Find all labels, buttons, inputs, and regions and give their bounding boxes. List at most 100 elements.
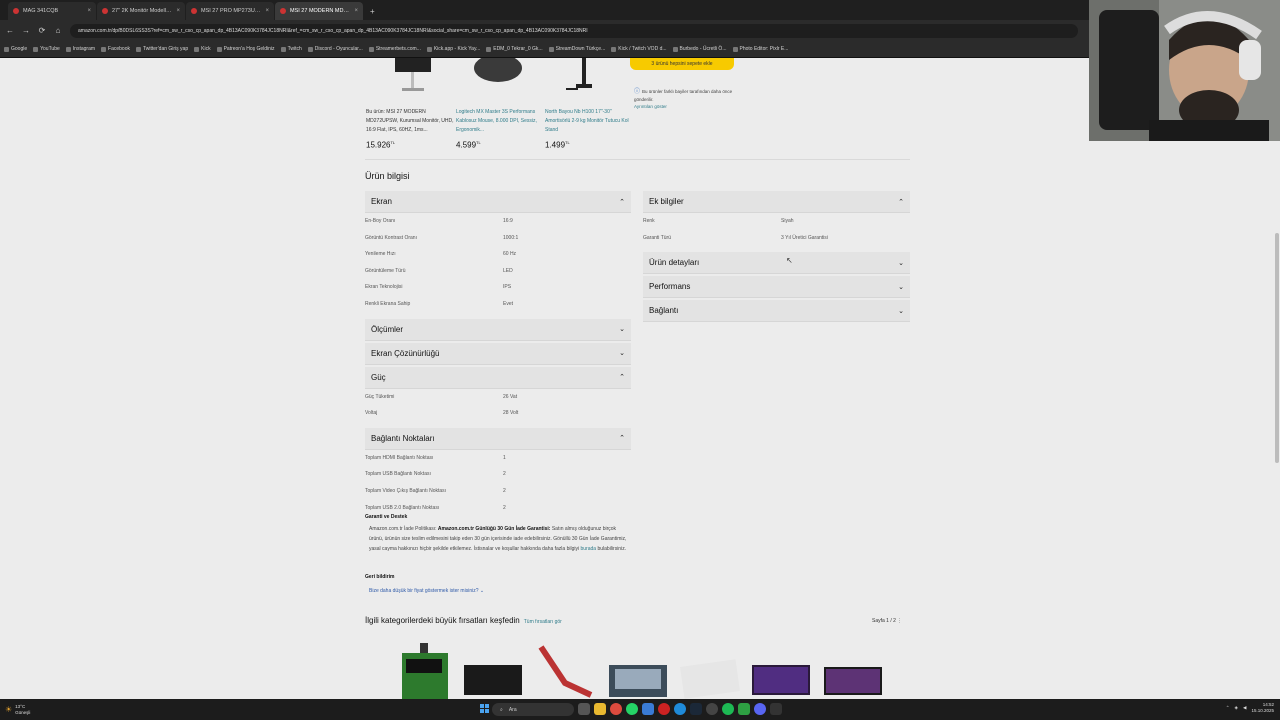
bookmark-item[interactable]: Discord - Oyuncular...: [307, 46, 363, 52]
network-icon[interactable]: ◈: [1235, 705, 1238, 711]
url-input[interactable]: amazon.com.tr/dp/B0DSL6SS3S?ref=cm_sw_r_…: [70, 23, 1078, 38]
product-image-mouse[interactable]: [472, 58, 524, 96]
accordion-header[interactable]: Bağlantı Noktaları ⌃: [365, 427, 631, 450]
close-tab-icon[interactable]: ×: [265, 8, 269, 14]
deal-thumb-laptop-stand[interactable]: [607, 643, 669, 699]
carousel-product-1-title[interactable]: Bu ürün: MSI 27 MODERN MD272UPSW, Kurums…: [366, 108, 456, 135]
bookmark-favicon-icon: [368, 46, 374, 52]
bookmark-item[interactable]: EDM_0 Tekrar_0 Gk...: [486, 46, 543, 52]
bookmark-item[interactable]: Twitch: [280, 46, 302, 52]
deal-thumb-keyboard-white[interactable]: [678, 643, 740, 699]
spec-label: Görüntüleme Türü: [365, 267, 406, 274]
chevron-up-icon[interactable]: ⌃: [619, 198, 625, 206]
spec-value: LED: [503, 267, 513, 274]
chevron-up-icon[interactable]: ⌃: [619, 373, 625, 381]
more-options-icon[interactable]: ⋮: [897, 618, 902, 624]
accordion-header[interactable]: Bağlantı ⌄: [643, 300, 910, 323]
reload-icon[interactable]: ⟳: [38, 26, 46, 35]
weather-widget[interactable]: ☀ 13°C Güneşli: [0, 704, 60, 716]
chevron-down-icon[interactable]: ⌄: [619, 325, 625, 333]
related-deals-heading: İlgili kategorilerdeki büyük fırsatları …: [365, 616, 562, 625]
accordion-header[interactable]: Güç ⌃: [365, 366, 631, 389]
browser-tab[interactable]: 27" 2K Monitör Modelleri B...×: [97, 2, 185, 20]
lower-price-feedback-link[interactable]: Bize daha düşük bir fiyat göstermek iste…: [369, 588, 484, 594]
app-icon-dark[interactable]: [770, 703, 782, 715]
bookmark-item[interactable]: Kick.app - Kick Yay...: [426, 46, 480, 52]
forward-icon[interactable]: →: [22, 26, 30, 35]
obs-icon[interactable]: [706, 703, 718, 715]
close-tab-icon[interactable]: ×: [87, 8, 91, 14]
app-icon-green[interactable]: [738, 703, 750, 715]
accordion-header[interactable]: Ölçümler ⌄: [365, 318, 631, 341]
carousel-product-2-title[interactable]: Logitech MX Master 3S Performans Kablosu…: [456, 108, 546, 135]
bookmark-item[interactable]: Twitter'dan Giriş yap: [135, 46, 189, 52]
accordion-header[interactable]: Ekran Çözünürlüğü ⌄: [365, 342, 631, 365]
steam-icon[interactable]: [690, 703, 702, 715]
chrome-icon[interactable]: [610, 703, 622, 715]
see-all-deals-link[interactable]: Tüm fırsatları gör: [524, 619, 562, 625]
bookmark-item[interactable]: Streamerbets.com...: [368, 46, 421, 52]
deal-thumb-keyboard-rgb[interactable]: [750, 643, 812, 699]
accordion-header[interactable]: Ek bilgiler ⌃: [643, 191, 910, 213]
opera-icon[interactable]: [658, 703, 670, 715]
task-view-icon[interactable]: [578, 703, 590, 715]
warranty-text: Amazon.com.tr İade Politikası: Amazon.co…: [369, 526, 627, 552]
page-scrollbar[interactable]: [1275, 233, 1279, 463]
chevron-down-icon[interactable]: ⌄: [898, 259, 904, 267]
bookmark-item[interactable]: Burbedo - Ücretli Ö...: [672, 46, 727, 52]
bookmark-item[interactable]: StreamDown Türkçe...: [548, 46, 605, 52]
deal-thumb-cable[interactable]: [535, 643, 597, 699]
deal-thumb-keyboard-green[interactable]: [394, 643, 456, 699]
browser-tab[interactable]: MAG 341CQB ×: [8, 2, 96, 20]
chevron-up-icon[interactable]: ⌃: [1226, 705, 1230, 711]
bookmark-item[interactable]: Facebook: [101, 46, 130, 52]
chevron-up-icon[interactable]: ⌃: [619, 434, 625, 442]
new-tab-icon[interactable]: +: [364, 7, 381, 20]
accordion-header[interactable]: Ürün detayları ⌄: [643, 252, 910, 275]
file-explorer-icon[interactable]: [594, 703, 606, 715]
bookmark-item[interactable]: Photo Editor: Pixlr E...: [732, 46, 789, 52]
chevron-down-icon[interactable]: ⌄: [619, 349, 625, 357]
show-details-link[interactable]: Ayrıntıları göster: [634, 104, 667, 109]
close-tab-icon[interactable]: ×: [176, 8, 180, 14]
back-icon[interactable]: ←: [6, 26, 14, 35]
home-icon[interactable]: ⌂: [54, 26, 62, 35]
deal-thumb-keyboard-compact[interactable]: [822, 643, 884, 699]
spec-row: Toplam HDMI Bağlantı Noktası 1: [365, 455, 631, 465]
bookmark-item[interactable]: Kick / Twitch VOD d...: [611, 46, 667, 52]
browser-tab[interactable]: MSI 27 PRO MP273U Kurumsal... ×: [186, 2, 274, 20]
spotify-icon[interactable]: [722, 703, 734, 715]
windows-start-icon[interactable]: [480, 703, 490, 715]
bookmark-item[interactable]: Instagram: [65, 46, 95, 52]
volume-icon[interactable]: ◀: [1243, 705, 1246, 711]
accordion-header[interactable]: Performans ⌄: [643, 276, 910, 299]
chevron-up-icon[interactable]: ⌃: [898, 198, 904, 206]
accordion-title: Bağlantı Noktaları: [371, 433, 435, 443]
product-image-monitor-arm[interactable]: [562, 58, 604, 96]
clock[interactable]: 14:52 15.10.2025: [1251, 702, 1274, 714]
bookmark-label: Photo Editor: Pixlr E...: [739, 46, 789, 52]
bookmark-label: Twitter'dan Giriş yap: [142, 46, 189, 52]
close-tab-icon[interactable]: ×: [354, 8, 358, 14]
app-icon[interactable]: [642, 703, 654, 715]
add-all-to-cart-button[interactable]: 3 ürünü hepsini sepete ekle: [630, 58, 734, 70]
whatsapp-icon[interactable]: [626, 703, 638, 715]
bookmark-item[interactable]: Patreon'a Hoş Geldiniz: [216, 46, 275, 52]
return-policy-link[interactable]: burada: [581, 546, 597, 552]
accordion-header[interactable]: Ekran ⌃: [365, 191, 631, 213]
taskbar-search-input[interactable]: ⌕ Ara: [492, 703, 574, 716]
product-image-monitor[interactable]: [392, 58, 434, 96]
bookmark-favicon-icon: [732, 46, 738, 52]
amazon-product-page: Bu ürün: MSI 27 MODERN MD272UPSW, Kurums…: [0, 58, 1280, 699]
chevron-down-icon[interactable]: ⌄: [898, 307, 904, 315]
deal-thumb-keyboard-black[interactable]: [462, 643, 524, 699]
bookmark-item[interactable]: YouTube: [33, 46, 60, 52]
chevron-down-icon[interactable]: ⌄: [898, 283, 904, 291]
discord-icon[interactable]: [754, 703, 766, 715]
browser-tab[interactable]: MSI 27 MODERN MD272UPS... ×: [275, 2, 363, 20]
edge-icon[interactable]: [674, 703, 686, 715]
bookmark-item[interactable]: Google: [4, 46, 27, 52]
bookmark-item[interactable]: Kick: [194, 46, 211, 52]
carousel-product-3-title[interactable]: North Bayou Nb H100 17"-30" Amortisörlü …: [545, 108, 635, 135]
bookmark-label: YouTube: [40, 46, 60, 52]
